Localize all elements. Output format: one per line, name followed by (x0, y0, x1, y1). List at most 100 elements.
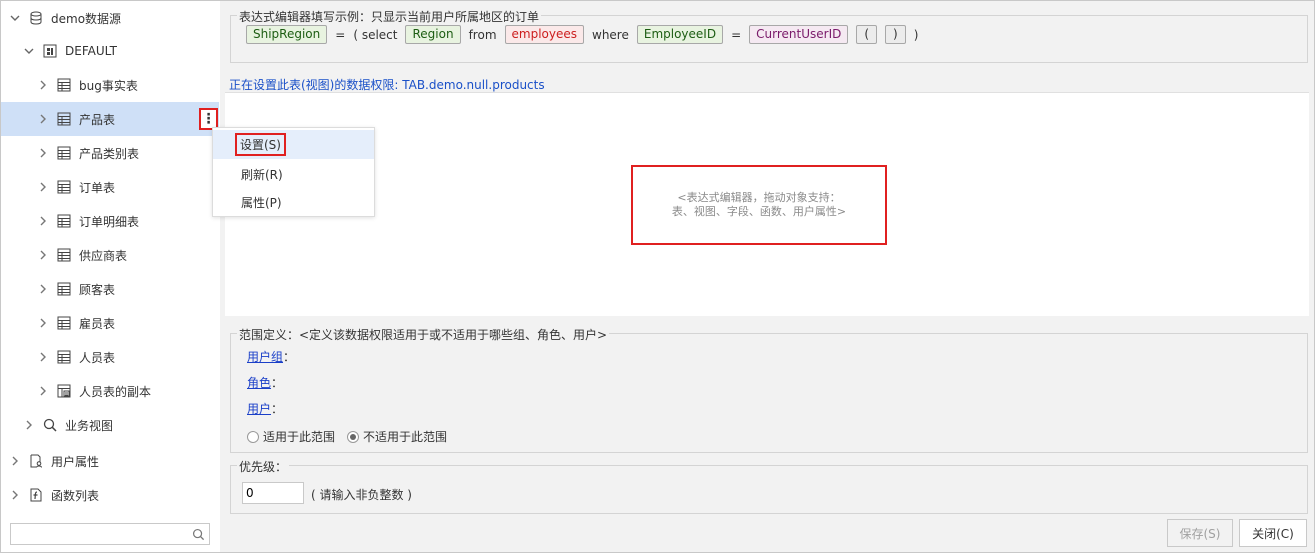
token-select: ( select (353, 27, 398, 42)
tree-node-label: 业务视图 (65, 418, 114, 433)
token-user-attr: CurrentUserID (749, 25, 849, 44)
table-icon (57, 112, 71, 126)
tree-search-input[interactable] (11, 524, 181, 544)
search-icon[interactable] (192, 528, 205, 541)
chevron-right-icon[interactable] (9, 489, 21, 501)
priority-input[interactable] (242, 482, 304, 504)
database-icon (29, 11, 43, 25)
chevron-right-icon[interactable] (37, 249, 49, 261)
chevron-right-icon[interactable] (37, 283, 49, 295)
tree-node-user-attributes[interactable]: 用户属性 (1, 444, 219, 478)
tree-node-table[interactable]: bug事实表 (1, 68, 219, 102)
tree-node-label: DEFAULT (65, 44, 117, 58)
apply-radio[interactable] (247, 430, 259, 443)
table-icon (57, 214, 71, 228)
tree-node-table[interactable]: 产品类别表 (1, 136, 219, 170)
expression-editor[interactable]: <表达式编辑器，拖动对象支持： 表、视图、字段、函数、用户属性> (225, 92, 1309, 316)
table-icon (57, 180, 71, 194)
editor-hint-line1: <表达式编辑器，拖动对象支持： (677, 191, 841, 204)
priority-legend: 优先级： (237, 458, 290, 475)
scope-group: 范围定义：<定义该数据权限适用于或不适用于哪些组、角色、用户> 用户组： 角色：… (230, 326, 1308, 453)
table-icon (57, 350, 71, 364)
chevron-right-icon[interactable] (37, 351, 49, 363)
apply-label: 适用于此范围 (263, 430, 336, 444)
tree-node-label: 人员表的副本 (79, 384, 152, 399)
priority-group: 优先级： ( 请输入非负整数 ) (230, 458, 1308, 514)
menu-item-label: 刷新(R) (241, 168, 283, 182)
example-legend: 表达式编辑器填写示例：只显示当前用户所属地区的订单 (237, 8, 542, 25)
menu-item-properties[interactable]: 属性(P) (213, 188, 374, 217)
save-button[interactable]: 保存(S) (1167, 519, 1233, 547)
chevron-right-icon[interactable] (37, 147, 49, 159)
tree-search-box[interactable] (10, 523, 210, 545)
colon-label: ： (283, 350, 296, 364)
close-button[interactable]: 关闭(C) (1239, 519, 1307, 547)
chevron-down-icon[interactable] (9, 12, 21, 24)
resource-tree: demo数据源 DEFAULT bug事实表 产品表 产品类别表 订单表 订单明… (1, 1, 219, 551)
user-group-link[interactable]: 用户组 (247, 350, 283, 364)
tree-node-label: 顾客表 (79, 282, 116, 297)
tree-node-label: demo数据源 (51, 11, 122, 26)
tree-node-table[interactable]: 雇员表 (1, 306, 219, 340)
priority-note: ( 请输入非负整数 ) (311, 488, 412, 502)
token-field-employeeid: EmployeeID (636, 25, 724, 44)
editor-hint: <表达式编辑器，拖动对象支持： 表、视图、字段、函数、用户属性> (631, 165, 887, 245)
chevron-right-icon[interactable] (37, 317, 49, 329)
tree-node-table[interactable]: 人员表 (1, 340, 219, 374)
colon-label: ： (271, 402, 284, 416)
function-icon (29, 488, 43, 502)
tree-node-label: 用户属性 (51, 454, 100, 469)
scope-legend: 范围定义：<定义该数据权限适用于或不适用于哪些组、角色、用户> (237, 326, 610, 343)
token-paren-open: ( (856, 25, 878, 44)
chevron-right-icon[interactable] (37, 181, 49, 193)
permission-target-info: 正在设置此表(视图)的数据权限: TAB.demo.null.products (229, 78, 545, 92)
menu-item-label: 属性(P) (241, 196, 282, 210)
token-close: ) (913, 27, 919, 42)
tree-node-table-copy[interactable]: 人员表的副本 (1, 374, 219, 408)
token-where: where (592, 27, 629, 42)
chevron-right-icon[interactable] (37, 385, 49, 397)
token-table-employees: employees (504, 25, 584, 44)
not-apply-radio[interactable] (347, 430, 360, 443)
tree-node-table[interactable]: 订单表 (1, 170, 219, 204)
role-link[interactable]: 角色 (247, 376, 271, 390)
tree-node-label: 雇员表 (79, 316, 116, 331)
chevron-right-icon[interactable] (23, 419, 35, 431)
tree-node-table[interactable]: 订单明细表 (1, 204, 219, 238)
scope-mode-radios: 适用于此范围 不适用于此范围 (247, 428, 447, 445)
tree-node-label: 人员表 (79, 350, 116, 365)
tree-node-table-selected[interactable]: 产品表 (1, 102, 219, 136)
tree-node-table[interactable]: 供应商表 (1, 238, 219, 272)
chevron-down-icon[interactable] (23, 45, 35, 57)
table-icon (57, 146, 71, 160)
scope-user-group-row: 用户组： (247, 348, 295, 365)
tree-node-table[interactable]: 顾客表 (1, 272, 219, 306)
tree-node-label: 供应商表 (79, 248, 128, 263)
magnifier-icon (43, 418, 57, 432)
editor-hint-line2: 表、视图、字段、函数、用户属性> (671, 205, 847, 218)
tree-node-label: bug事实表 (79, 78, 138, 93)
chevron-right-icon[interactable] (9, 455, 21, 467)
menu-item-settings[interactable]: 设置(S) (213, 130, 374, 159)
schema-icon (43, 44, 57, 58)
tree-node-label: 函数列表 (51, 488, 100, 503)
token-equals: = (335, 27, 346, 42)
not-apply-label: 不适用于此范围 (363, 430, 448, 444)
colon-label: ： (271, 376, 284, 390)
user-link[interactable]: 用户 (247, 402, 271, 416)
tree-node-datasource[interactable]: demo数据源 (1, 1, 219, 35)
tree-node-business-view[interactable]: 业务视图 (1, 408, 219, 442)
chevron-right-icon[interactable] (37, 113, 49, 125)
menu-item-refresh[interactable]: 刷新(R) (213, 160, 374, 189)
tree-node-schema[interactable]: DEFAULT (1, 34, 219, 68)
table-icon (57, 248, 71, 262)
chevron-right-icon[interactable] (37, 79, 49, 91)
menu-item-label: 设置(S) (235, 133, 286, 156)
example-expression: ShipRegion = ( select Region from employ… (246, 25, 926, 44)
chevron-right-icon[interactable] (37, 215, 49, 227)
tree-node-label: 订单明细表 (79, 214, 140, 229)
user-attribute-icon (29, 454, 43, 468)
tree-node-function-list[interactable]: 函数列表 (1, 478, 219, 512)
tree-node-label: 订单表 (79, 180, 116, 195)
table-copy-icon (57, 384, 71, 398)
